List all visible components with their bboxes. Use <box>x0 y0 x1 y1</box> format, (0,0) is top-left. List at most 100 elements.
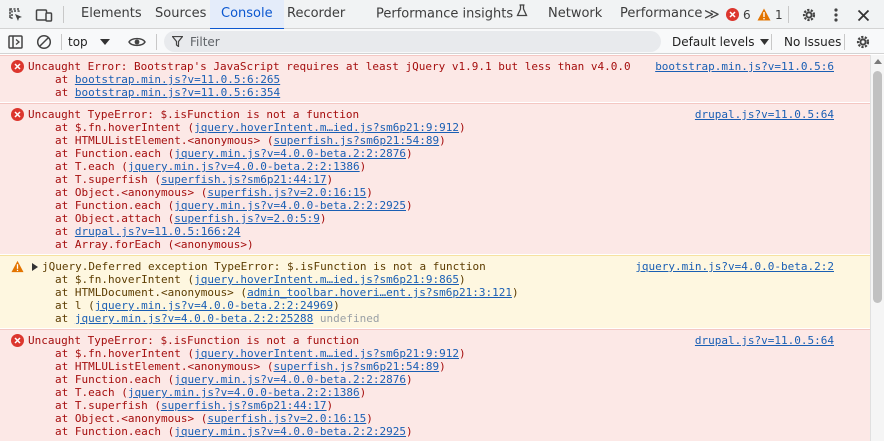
stack-frame: at T.each (jquery.min.js?v=4.0.0-beta.2:… <box>0 160 870 173</box>
stack-frame: at bootstrap.min.js?v=11.0.5:6:354 <box>0 86 870 99</box>
stack-frame-link[interactable]: jquery.min.js?v=4.0.0-beta.2:2:2876 <box>174 373 406 386</box>
stack-frame-suffix: ) <box>326 173 334 186</box>
levels-dropdown-triangle-icon <box>760 39 770 45</box>
stack-frame-text: at <box>55 312 75 325</box>
inspect-element-icon[interactable] <box>6 5 26 25</box>
device-toolbar-icon[interactable] <box>34 5 54 25</box>
stack-frame-link[interactable]: superfish.js?v=2.0:16:15 <box>207 412 366 425</box>
stack-frame-link[interactable]: jquery.min.js?v=4.0.0-beta.2:2:2925 <box>174 199 406 212</box>
stack-frame-suffix: ) <box>366 186 373 199</box>
stack-frame-link[interactable]: jquery.min.js?v=4.0.0-beta.2:2:25288 <box>75 312 313 325</box>
stack-frame: at HTMLUListElement.<anonymous> (superfi… <box>0 134 870 147</box>
stack-frame: at HTMLDocument.<anonymous> (admin_toolb… <box>0 286 870 299</box>
stack-frame-link[interactable]: superfish.js?sm6p21:44:17 <box>161 173 327 186</box>
stack-frame: at T.each (jquery.min.js?v=4.0.0-beta.2:… <box>0 386 870 399</box>
stack-frame-suffix: ) <box>458 347 466 360</box>
console-error-message: drupal.js?v=11.0.5:64 Uncaught TypeError:… <box>0 329 870 441</box>
experiment-flask-icon <box>516 0 528 28</box>
tab-performance[interactable]: Performance <box>609 0 713 29</box>
console-error-message: drupal.js?v=11.0.5:64 Uncaught TypeError:… <box>0 103 870 255</box>
stack-frame-link[interactable]: jquery.min.js?v=4.0.0-beta.2:2:1386 <box>128 386 360 399</box>
stack-frame: at $.fn.hoverIntent (jquery.hoverIntent.… <box>0 347 870 360</box>
stack-frame-suffix: ) <box>458 121 466 134</box>
stack-frame-link[interactable]: superfish.js?sm6p21:54:89 <box>274 134 440 147</box>
close-devtools-icon[interactable] <box>853 5 873 25</box>
message-text: jQuery.Deferred exception TypeError: $.i… <box>42 260 486 273</box>
console-settings-gear-icon[interactable] <box>853 32 873 52</box>
stack-frame: at T.superfish (superfish.js?sm6p21:44:1… <box>0 173 870 186</box>
stack-frame: at Function.each (jquery.min.js?v=4.0.0-… <box>0 373 870 386</box>
stack-frame-link[interactable]: bootstrap.min.js?v=11.0.5:6:265 <box>75 73 280 86</box>
settings-gear-icon[interactable] <box>799 5 819 25</box>
tab-recorder[interactable]: Recorder <box>276 0 356 29</box>
stack-frame: at Object.<anonymous> (superfish.js?v=2.… <box>0 412 870 425</box>
devtools-tab-bar: Elements Sources Console Recorder Perfor… <box>0 0 884 30</box>
stack-frame-text: at HTMLUListElement.<anonymous> ( <box>55 360 274 373</box>
stack-frame-link[interactable]: jquery.min.js?v=4.0.0-beta.2:2:24969 <box>95 299 333 312</box>
stack-frame-link[interactable]: jquery.hoverIntent.m…ied.js?sm6p21:9:912 <box>194 121 459 134</box>
stack-frame: at Function.each (jquery.min.js?v=4.0.0-… <box>0 199 870 212</box>
stack-frame: at $.fn.hoverIntent (jquery.hoverIntent.… <box>0 273 870 286</box>
stack-frame-suffix: ) <box>406 373 413 386</box>
live-expression-eye-icon[interactable] <box>127 32 147 52</box>
stack-frame-text: at Object.attach ( <box>55 212 175 225</box>
stack-frame-link[interactable]: superfish.js?v=2.0:5:9 <box>174 212 320 225</box>
tab-network[interactable]: Network <box>537 0 613 29</box>
stack-frame-text: at $.fn.hoverIntent ( <box>55 273 195 286</box>
filter-funnel-icon <box>172 36 183 47</box>
stack-frame-link[interactable]: superfish.js?sm6p21:54:89 <box>274 360 440 373</box>
tab-console[interactable]: Console <box>210 0 284 30</box>
tab-performance-insights[interactable]: Performance insights <box>365 0 539 29</box>
stack-frame: at HTMLUListElement.<anonymous> (superfi… <box>0 360 870 373</box>
stack-frame-link[interactable]: drupal.js?v=11.0.5:166:24 <box>75 225 241 238</box>
stack-frame-text: at Function.each ( <box>55 425 175 438</box>
stack-frame-suffix: ) <box>333 299 340 312</box>
stack-frame-suffix: ) <box>366 412 373 425</box>
stack-frame-suffix: ) <box>458 273 466 286</box>
warning-count: 1 <box>775 7 783 22</box>
stack-frame-link[interactable]: superfish.js?v=2.0:16:15 <box>207 186 366 199</box>
stack-frame: at bootstrap.min.js?v=11.0.5:6:265 <box>0 73 870 86</box>
message-text: Uncaught TypeError: $.isFunction is not … <box>28 108 360 121</box>
stack-frame: at $.fn.hoverIntent (jquery.hoverIntent.… <box>0 121 870 134</box>
console-warning-message: jquery.min.js?v=4.0.0-beta.2:2 jQuery.Def… <box>0 255 870 329</box>
filter-input[interactable] <box>190 34 630 49</box>
console-scrollbar[interactable] <box>870 55 884 441</box>
log-levels-select[interactable]: Default levels <box>672 33 770 51</box>
stack-frame-link[interactable]: jquery.min.js?v=4.0.0-beta.2:2:1386 <box>128 160 360 173</box>
stack-frame-link[interactable]: jquery.min.js?v=4.0.0-beta.2:2:2876 <box>174 147 406 160</box>
stack-frame-text: at $.fn.hoverIntent ( <box>55 347 195 360</box>
javascript-context-select[interactable]: top <box>68 33 110 51</box>
stack-frame-suffix: ) <box>406 425 413 438</box>
tab-elements[interactable]: Elements <box>70 0 153 29</box>
stack-frame-text: at Function.each ( <box>55 147 175 160</box>
console-error-message: bootstrap.min.js?v=11.0.5:6 Uncaught Erro… <box>0 55 870 103</box>
stack-frame-link[interactable]: superfish.js?sm6p21:44:17 <box>161 399 327 412</box>
show-sidebar-icon[interactable] <box>5 32 25 52</box>
stack-frame-text: at T.superfish ( <box>55 399 161 412</box>
stack-frame-link[interactable]: jquery.min.js?v=4.0.0-beta.2:2:2925 <box>174 425 406 438</box>
scroll-up-arrow-icon[interactable] <box>874 59 882 64</box>
stack-frame-link[interactable]: bootstrap.min.js?v=11.0.5:6:354 <box>75 86 280 99</box>
customize-kebab-menu-icon[interactable] <box>826 5 846 25</box>
more-tabs-chevron-icon[interactable]: ≫ <box>700 0 724 29</box>
stack-frame-link[interactable]: jquery.hoverIntent.m…ied.js?sm6p21:9:912 <box>194 347 459 360</box>
stack-frame-text: at HTMLDocument.<anonymous> ( <box>55 286 248 299</box>
warning-counter[interactable]: 1 <box>757 6 783 23</box>
stack-frame-suffix: ) <box>511 286 519 299</box>
stack-frame-link[interactable]: jquery.hoverIntent.m…ied.js?sm6p21:9:865 <box>194 273 459 286</box>
scroll-thumb[interactable] <box>873 71 882 303</box>
stack-frame: at Object.<anonymous> (superfish.js?v=2.… <box>0 186 870 199</box>
clear-console-icon[interactable] <box>34 32 54 52</box>
issues-counter-button[interactable]: No Issues <box>784 33 841 51</box>
console-messages: bootstrap.min.js?v=11.0.5:6 Uncaught Erro… <box>0 55 870 441</box>
stack-frame-text: at T.each ( <box>55 160 128 173</box>
stack-frame: at jquery.min.js?v=4.0.0-beta.2:2:25288 … <box>0 312 870 325</box>
stack-frame: at T.superfish (superfish.js?sm6p21:44:1… <box>0 399 870 412</box>
stack-frame-link[interactable]: admin_toolbar.hoveri…ent.js?sm6p21:3:121 <box>247 286 512 299</box>
tab-sources[interactable]: Sources <box>144 0 217 29</box>
stack-frame-text: at <box>55 225 75 238</box>
stack-frame-text: at Function.each ( <box>55 373 175 386</box>
error-counter[interactable]: 6 <box>726 6 751 23</box>
error-circle-icon <box>726 8 739 21</box>
